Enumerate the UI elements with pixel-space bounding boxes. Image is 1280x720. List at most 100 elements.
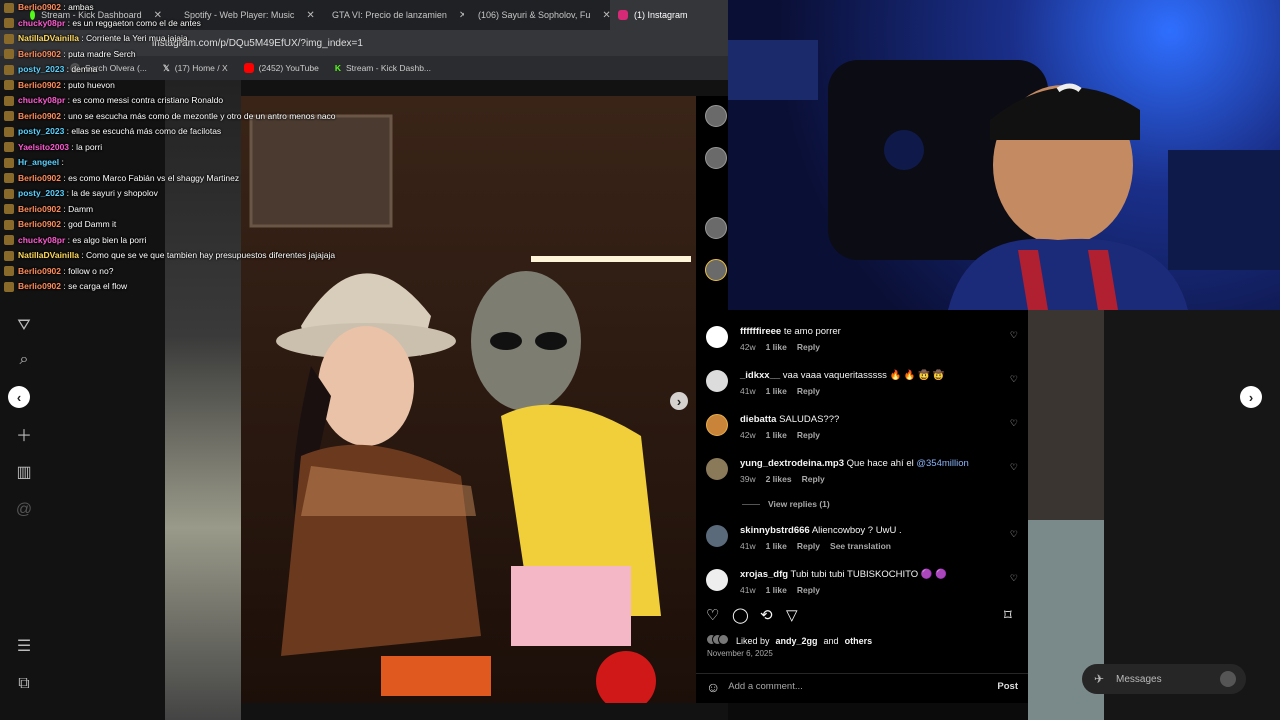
chat-text: ellas se escuchá más como de facilotas: [71, 126, 222, 136]
previous-post-button[interactable]: ‹: [8, 386, 30, 408]
filter-icon[interactable]: ⛛: [14, 316, 34, 336]
chat-message: Berlio0902 : puta madre Serch: [4, 49, 136, 60]
threads-icon[interactable]: @: [14, 500, 34, 520]
dashboard-icon[interactable]: ▥: [14, 462, 34, 482]
menu-icon[interactable]: ☰: [14, 636, 34, 656]
chat-username[interactable]: Berlio0902: [18, 204, 61, 214]
chat-username[interactable]: NatillaDVainilla: [18, 33, 79, 43]
avatar[interactable]: [705, 259, 727, 281]
comment-username[interactable]: diebatta: [740, 414, 776, 425]
comment-username[interactable]: skinnybstrd666: [740, 525, 810, 536]
heart-icon[interactable]: ♡: [1010, 330, 1018, 341]
messenger-icon: ✈: [1094, 672, 1105, 686]
heart-icon[interactable]: ♡: [1010, 529, 1018, 540]
chat-separator: :: [59, 157, 64, 167]
tab-youtube[interactable]: (106) Sayuri & Sopholov, Fu ✕: [464, 0, 610, 30]
avatar[interactable]: [706, 458, 728, 480]
reply-button[interactable]: Reply: [797, 430, 820, 440]
reply-button[interactable]: Reply: [797, 342, 820, 352]
chat-username[interactable]: posty_2023: [18, 126, 64, 136]
heart-icon[interactable]: ♡: [1010, 374, 1018, 385]
comment-text: vaa vaaa vaqueritasssss 🔥 🔥 🤠 🤠: [782, 370, 945, 381]
chat-username[interactable]: posty_2023: [18, 64, 64, 74]
chat-username[interactable]: Berlio0902: [18, 80, 61, 90]
comment-likes[interactable]: 1 like: [766, 342, 787, 352]
emoji-icon[interactable]: ☺: [706, 679, 720, 695]
post-actions: ♡ ◯ ⟲ ▽ ⌑: [706, 606, 1022, 624]
chat-username[interactable]: NatillaDVainilla: [18, 250, 79, 260]
chat-message: Berlio0902 : god Damm it: [4, 219, 116, 230]
chat-text: follow o no?: [68, 265, 114, 276]
repost-icon[interactable]: ⟲: [760, 606, 773, 624]
heart-icon[interactable]: ♡: [1010, 462, 1018, 473]
chat-badge-icon: [4, 204, 14, 215]
comment-likes[interactable]: 1 like: [766, 585, 787, 595]
comment-username[interactable]: xrojas_dfg: [740, 569, 788, 580]
comment-mention[interactable]: @354million: [916, 458, 968, 469]
avatar[interactable]: [706, 370, 728, 392]
liker-username[interactable]: andy_2gg: [776, 636, 818, 646]
see-translation-button[interactable]: See translation: [830, 541, 891, 551]
avatar[interactable]: [706, 525, 728, 547]
chat-username[interactable]: Berlio0902: [18, 266, 61, 276]
share-icon[interactable]: ▽: [786, 606, 798, 624]
close-tab-icon[interactable]: ✕: [602, 10, 610, 21]
chat-username[interactable]: posty_2023: [18, 188, 64, 198]
chat-username[interactable]: chucky08pr: [18, 235, 65, 245]
reply-button[interactable]: Reply: [797, 386, 820, 396]
reply-button[interactable]: Reply: [797, 585, 820, 595]
chat-badge-icon: [4, 33, 14, 44]
chat-username[interactable]: Berlio0902: [18, 173, 61, 183]
heart-icon[interactable]: ♡: [1010, 573, 1018, 584]
like-icon[interactable]: ♡: [706, 606, 719, 624]
post-button[interactable]: Post: [997, 681, 1018, 692]
avatar[interactable]: [706, 326, 728, 348]
comment-username[interactable]: ffffffireee: [740, 326, 781, 337]
chat-message: Berlio0902 : uno se escucha más como de …: [4, 111, 336, 122]
chat-username[interactable]: chucky08pr: [18, 95, 65, 105]
comment-icon[interactable]: ◯: [732, 606, 749, 624]
chat-username[interactable]: Hr_angeel: [18, 157, 59, 167]
view-replies-button[interactable]: View replies (1): [742, 499, 830, 509]
chat-username[interactable]: Berlio0902: [18, 281, 61, 291]
chat-text: la de sayuri y shopolov: [71, 188, 158, 198]
chat-username[interactable]: Berlio0902: [18, 2, 61, 12]
comment-likes[interactable]: 1 like: [766, 430, 787, 440]
chat-text: es algo bien la porri: [72, 234, 147, 245]
apps-icon[interactable]: ⧉: [14, 674, 34, 694]
chat-username[interactable]: Berlio0902: [18, 111, 61, 121]
avatar: [1220, 671, 1236, 687]
chat-username[interactable]: Berlio0902: [18, 49, 61, 59]
chat-username[interactable]: chucky08pr: [18, 18, 65, 28]
avatar[interactable]: [705, 147, 727, 169]
tab-instagram[interactable]: (1) Instagram: [610, 0, 728, 30]
next-image-button[interactable]: ›: [670, 392, 688, 410]
reply-button[interactable]: Reply: [797, 541, 820, 551]
avatar[interactable]: [705, 105, 727, 127]
comment-username[interactable]: yung_dextrodeina.mp3: [740, 458, 844, 469]
chat-text: puta madre Serch: [68, 48, 136, 59]
comment-likes[interactable]: 2 likes: [766, 474, 792, 484]
next-post-button[interactable]: ›: [1240, 386, 1262, 408]
others-link[interactable]: others: [845, 636, 873, 646]
bookmark-icon[interactable]: ⌑: [1004, 606, 1012, 624]
comment-input[interactable]: Add a comment...: [728, 681, 802, 692]
chat-username[interactable]: Yaelsito2003: [18, 142, 69, 152]
avatar[interactable]: [706, 569, 728, 591]
avatar[interactable]: [705, 217, 727, 239]
chat-username[interactable]: Berlio0902: [18, 219, 61, 229]
search-icon[interactable]: ⌕: [14, 350, 34, 370]
comment-age: 42w: [740, 430, 756, 440]
comment-text: Tubi tubi tubi TUBISKOCHITO 🟣 🟣: [790, 569, 948, 580]
chat-text: la porri: [76, 141, 103, 152]
comment-likes[interactable]: 1 like: [766, 386, 787, 396]
messages-button[interactable]: ✈ Messages: [1082, 664, 1246, 694]
avatar[interactable]: [706, 414, 728, 436]
reply-button[interactable]: Reply: [802, 474, 825, 484]
heart-icon[interactable]: ♡: [1010, 418, 1018, 429]
comment-likes[interactable]: 1 like: [766, 541, 787, 551]
chat-text: Damm: [68, 203, 94, 214]
create-icon[interactable]: ＋: [14, 424, 34, 445]
comment-username[interactable]: _idkxx__: [740, 370, 780, 381]
chat-badge-icon: [4, 64, 14, 75]
